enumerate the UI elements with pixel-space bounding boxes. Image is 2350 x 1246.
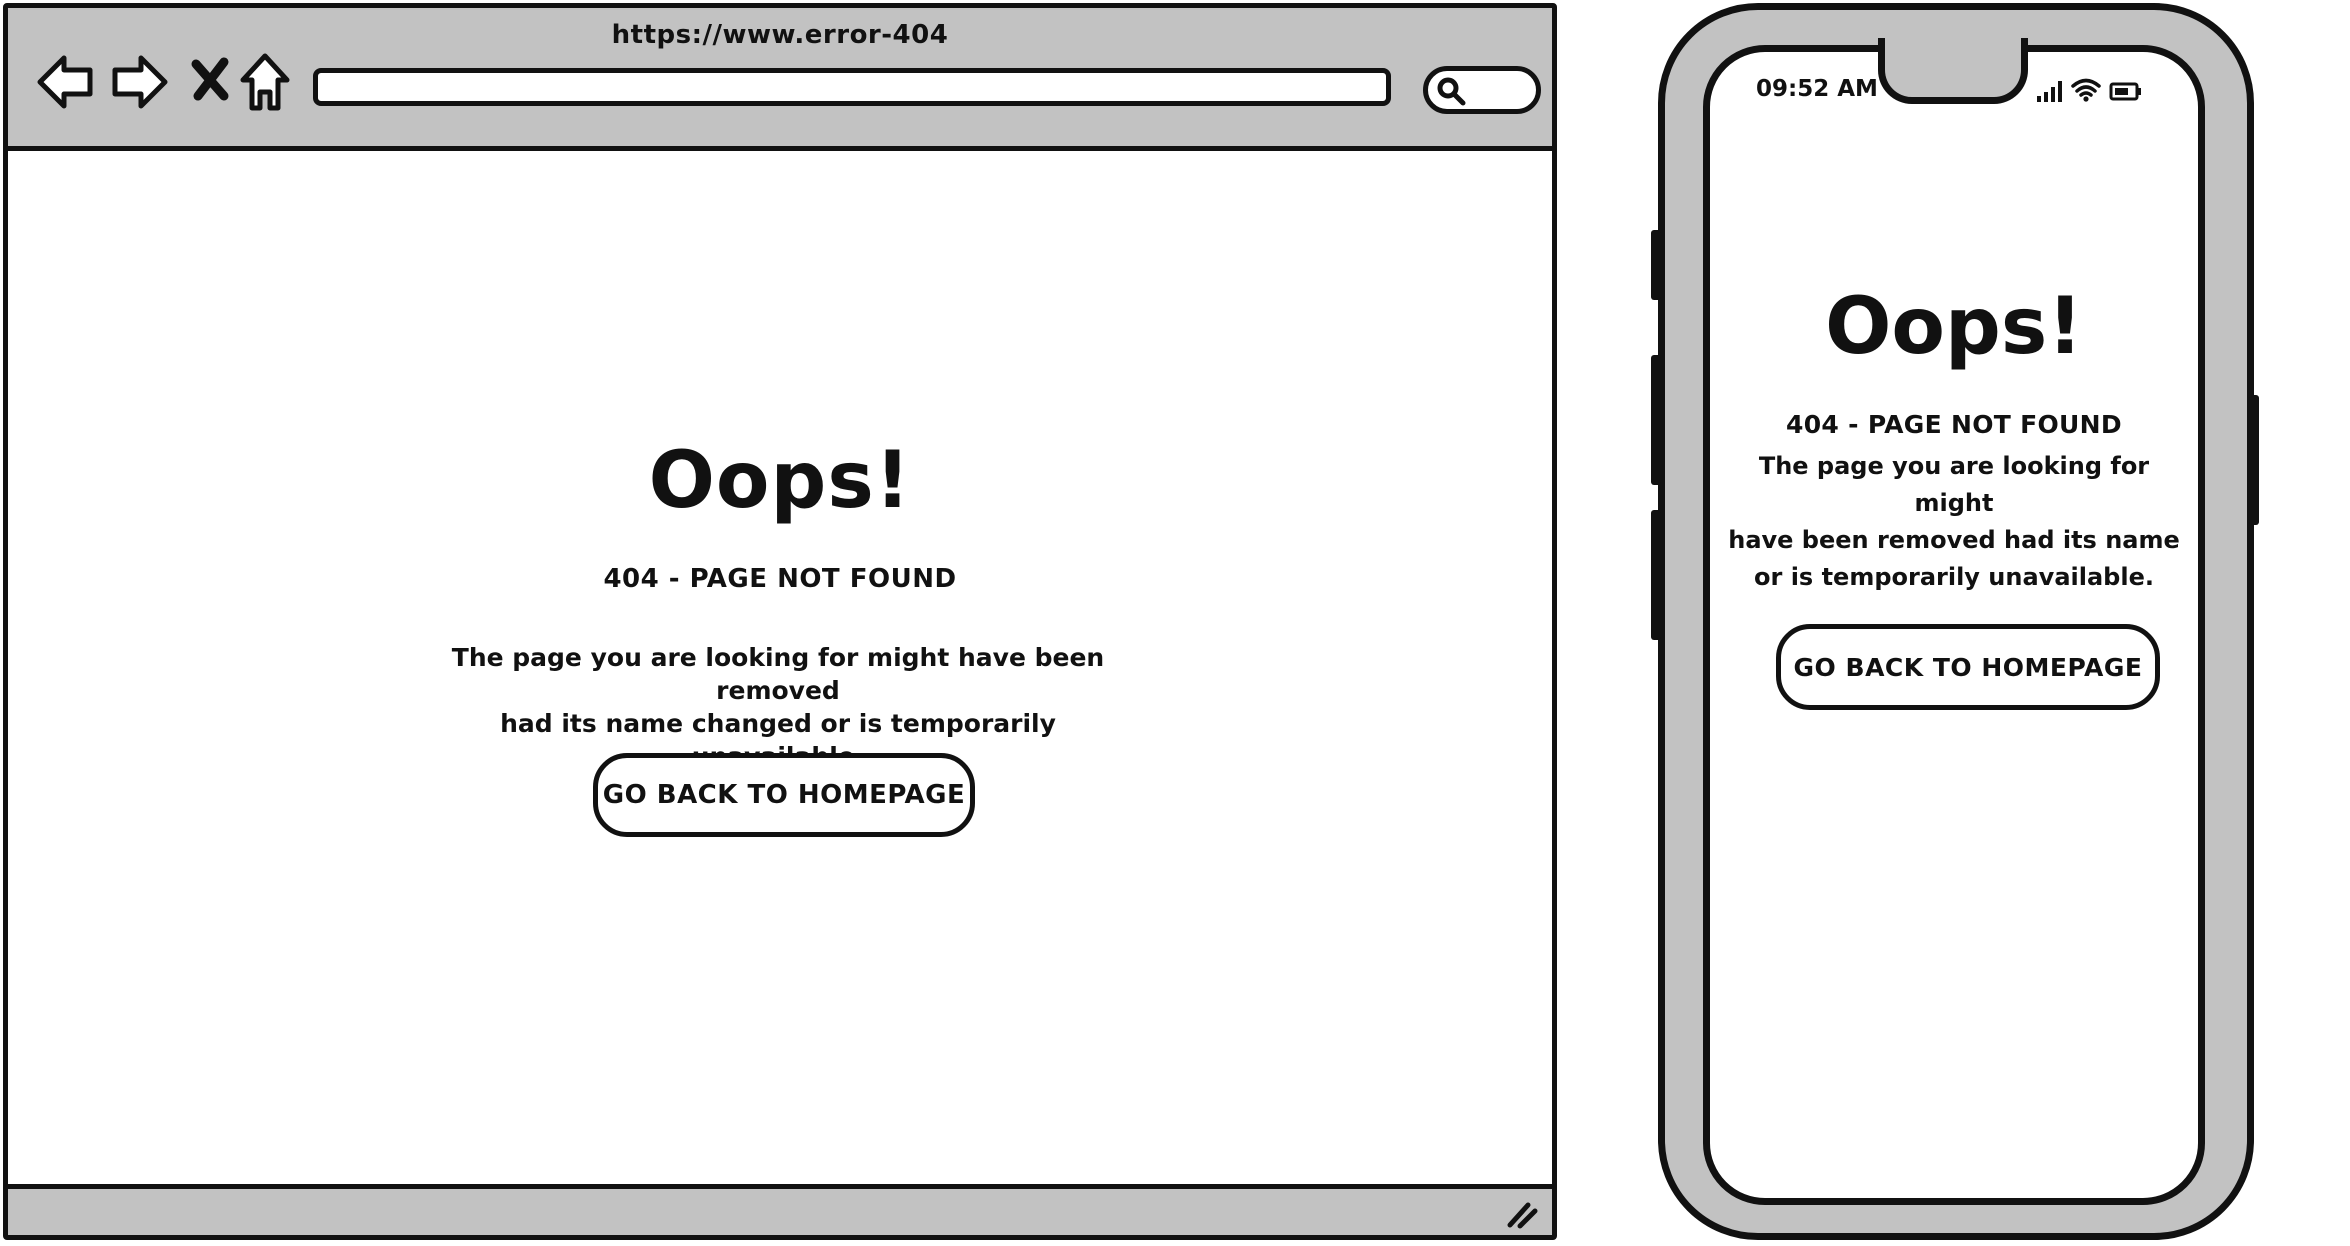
wifi-icon [2071,78,2101,102]
browser-toolbar: https://www.error-404 [8,8,1552,151]
status-bar-time: 09:52 AM [1756,76,1878,102]
error-message-line: The page you are looking for might have … [451,643,1105,705]
browser-url: https://www.error-404 [611,20,949,50]
phone-volume-down-button [1651,510,1661,640]
browser-status-bar [8,1184,1552,1235]
resize-grip-icon[interactable] [1504,1199,1538,1229]
search-button[interactable] [1423,66,1541,114]
phone-volume-up-button [1651,355,1661,485]
address-bar[interactable] [313,68,1391,106]
search-icon [1437,77,1466,106]
home-icon[interactable] [240,52,290,112]
go-back-homepage-button[interactable]: GO BACK TO HOMEPAGE [1776,624,2160,710]
go-back-homepage-button[interactable]: GO BACK TO HOMEPAGE [593,753,975,837]
phone-mute-switch [1651,230,1661,300]
signal-icon [2037,81,2062,102]
error-message: The page you are looking for might have … [1718,448,2190,596]
battery-icon [2109,82,2141,101]
arrow-left-icon[interactable] [36,52,94,112]
page-title: Oops! [648,436,912,526]
close-icon[interactable] [190,52,230,112]
error-message-line: have been removed had its name [1728,526,2180,554]
page-title: Oops! [1825,282,2083,372]
browser-window: https://www.error-404 Oops! 404 - PAGE N… [3,3,1557,1240]
browser-viewport: Oops! 404 - PAGE NOT FOUND The page you … [8,151,1552,1197]
error-code-heading: 404 - PAGE NOT FOUND [1786,410,2122,439]
arrow-right-icon[interactable] [111,52,169,112]
status-bar-icons [2035,74,2147,104]
phone-power-button [2249,395,2259,525]
error-message-line: or is temporarily unavailable. [1754,563,2154,591]
phone-notch [1878,38,2028,104]
error-message-line: The page you are looking for might [1758,452,2150,517]
error-code-heading: 404 - PAGE NOT FOUND [603,564,957,594]
